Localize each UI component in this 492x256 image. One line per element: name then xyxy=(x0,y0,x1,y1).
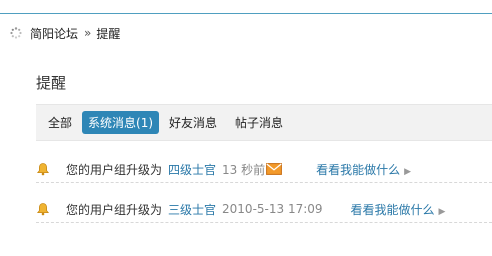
breadcrumb-home-link[interactable]: 简阳论坛 xyxy=(30,25,78,42)
see-what-i-can-do-label: 看看我能做什么 xyxy=(316,162,401,177)
breadcrumb-separator: » xyxy=(84,26,92,40)
notice-row: 您的用户组升级为 三级士官 2010-5-13 17:09 看看我能做什么 ▶ xyxy=(36,196,492,223)
notice-message: 您的用户组升级为 xyxy=(66,202,163,217)
tab-post-messages[interactable]: 帖子消息 xyxy=(235,114,283,131)
user-group-link[interactable]: 三级士官 xyxy=(168,201,216,218)
notice-time: 13 秒前 xyxy=(222,162,266,177)
breadcrumb-current: 提醒 xyxy=(96,26,121,41)
bell-icon xyxy=(36,202,50,216)
chevron-right-icon: ▶ xyxy=(438,206,446,217)
tab-friend-messages[interactable]: 好友消息 xyxy=(169,114,217,131)
see-what-i-can-do-label: 看看我能做什么 xyxy=(350,202,435,217)
notice-row: 您的用户组升级为 四级士官 13 秒前 看看我能做什么 ▶ xyxy=(36,156,492,183)
envelope-icon xyxy=(266,163,283,175)
loading-dots-icon xyxy=(10,27,22,39)
user-group-link[interactable]: 四级士官 xyxy=(168,161,216,178)
top-rule xyxy=(0,13,492,14)
see-what-i-can-do-link[interactable]: 看看我能做什么 ▶ xyxy=(316,161,411,178)
tab-system-messages[interactable]: 系统消息(1) xyxy=(82,111,160,134)
notice-time: 2010-5-13 17:09 xyxy=(222,202,323,216)
breadcrumb: 简阳论坛 » 提醒 xyxy=(10,24,120,42)
page-title: 提醒 xyxy=(36,74,67,92)
see-what-i-can-do-link[interactable]: 看看我能做什么 ▶ xyxy=(351,201,446,218)
chevron-right-icon: ▶ xyxy=(404,166,412,177)
tab-all[interactable]: 全部 xyxy=(48,114,72,131)
bell-icon xyxy=(36,162,50,176)
tab-bar: 全部 系统消息(1) 好友消息 帖子消息 xyxy=(36,104,492,141)
notice-message: 您的用户组升级为 xyxy=(66,162,163,177)
